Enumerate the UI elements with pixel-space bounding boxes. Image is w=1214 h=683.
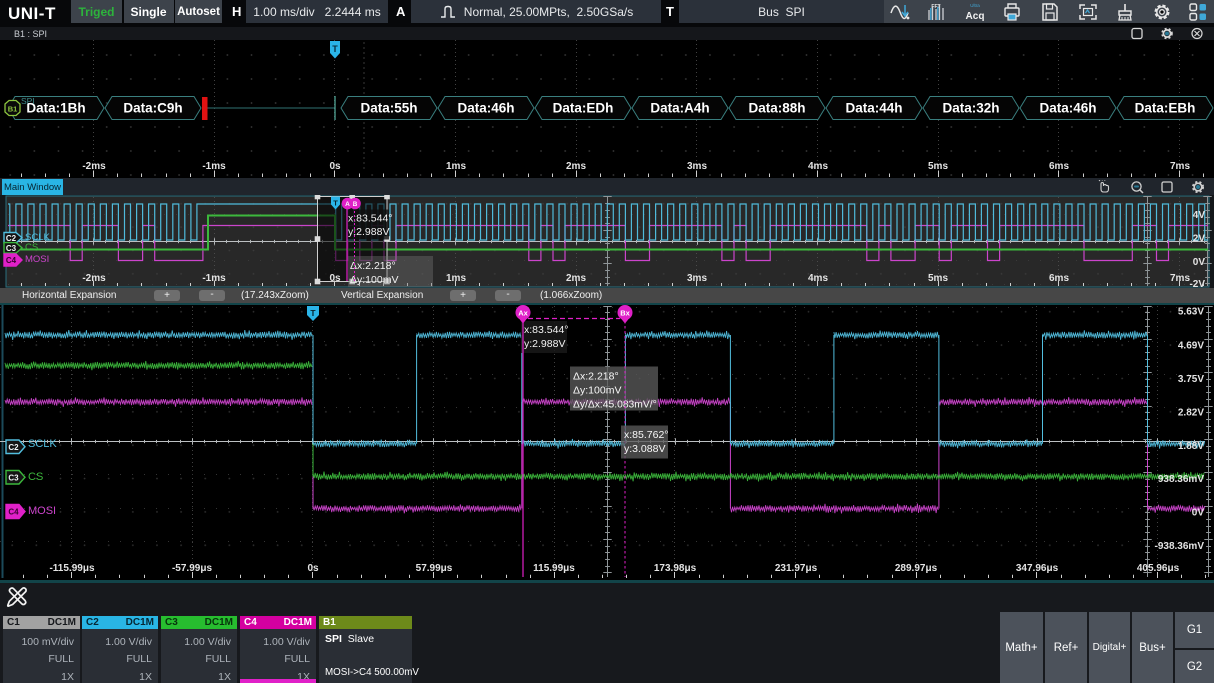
svg-text:1ms: 1ms <box>446 161 466 172</box>
svg-text:Data:A4h: Data:A4h <box>650 101 709 116</box>
svg-text:57.99μs: 57.99μs <box>416 563 453 574</box>
svg-text:3.75V: 3.75V <box>1178 374 1204 385</box>
svg-text:C2: C2 <box>8 443 19 452</box>
svg-text:T: T <box>332 44 338 54</box>
svg-text:Data:1Bh: Data:1Bh <box>26 101 85 116</box>
svg-text:231.97μs: 231.97μs <box>775 563 818 574</box>
svg-text:Data:88h: Data:88h <box>748 101 805 116</box>
svg-text:C4: C4 <box>6 256 17 265</box>
svg-text:MOSI: MOSI <box>25 254 49 265</box>
svg-text:C3: C3 <box>8 473 19 482</box>
svg-text:2ms: 2ms <box>566 161 586 172</box>
svg-text:-1ms: -1ms <box>202 161 226 172</box>
svg-text:-2ms: -2ms <box>82 273 106 284</box>
svg-text:6ms: 6ms <box>1049 161 1069 172</box>
svg-text:6ms: 6ms <box>1049 273 1069 284</box>
svg-text:Bx: Bx <box>620 308 630 317</box>
svg-text:405.96μs: 405.96μs <box>1137 563 1180 574</box>
svg-text:y:2.988V: y:2.988V <box>524 338 565 350</box>
svg-text:Ax: Ax <box>518 308 528 317</box>
svg-text:0V: 0V <box>1192 508 1205 519</box>
svg-text:0s: 0s <box>307 563 319 574</box>
svg-text:Ultra: Ultra <box>970 3 980 8</box>
svg-text:5.63V: 5.63V <box>1178 307 1204 318</box>
svg-text:7ms: 7ms <box>1170 161 1190 172</box>
svg-text:Δy/Δx:45.083mV/°: Δy/Δx:45.083mV/° <box>573 400 657 411</box>
svg-text:y:3.088V: y:3.088V <box>624 443 665 455</box>
svg-text:347.96μs: 347.96μs <box>1016 563 1059 574</box>
svg-text:A: A <box>345 201 350 208</box>
svg-text:1.88V: 1.88V <box>1178 441 1204 452</box>
svg-text:938.36mV: 938.36mV <box>1158 474 1204 485</box>
svg-text:Data:32h: Data:32h <box>942 101 999 116</box>
svg-text:0V: 0V <box>1193 257 1206 268</box>
svg-text:4ms: 4ms <box>808 273 828 284</box>
svg-text:Data:55h: Data:55h <box>360 101 417 116</box>
svg-text:-115.99μs: -115.99μs <box>49 563 94 574</box>
svg-text:3ms: 3ms <box>687 273 707 284</box>
svg-text:C2: C2 <box>6 234 17 243</box>
svg-text:Data:EBh: Data:EBh <box>1135 101 1196 116</box>
svg-text:CS: CS <box>25 242 38 253</box>
svg-text:T: T <box>310 308 316 318</box>
svg-text:Data:46h: Data:46h <box>457 101 514 116</box>
svg-text:7ms: 7ms <box>1170 273 1190 284</box>
svg-text:x:83.544°: x:83.544° <box>348 213 392 225</box>
svg-text:-938.36mV: -938.36mV <box>1155 541 1205 552</box>
svg-text:1ms: 1ms <box>446 273 466 284</box>
svg-text:173.98μs: 173.98μs <box>654 563 697 574</box>
svg-text:-2V: -2V <box>1189 279 1205 288</box>
svg-text:C4: C4 <box>8 508 19 517</box>
svg-text:4.69V: 4.69V <box>1178 341 1204 352</box>
svg-text:Δy:100mV: Δy:100mV <box>573 385 621 397</box>
svg-text:-2ms: -2ms <box>82 161 106 172</box>
svg-text:x:85.762°: x:85.762° <box>624 429 668 441</box>
svg-text:C3: C3 <box>6 244 17 253</box>
svg-text:4V: 4V <box>1193 210 1206 221</box>
svg-text:Data:44h: Data:44h <box>845 101 902 116</box>
svg-text:MOSI: MOSI <box>28 505 56 517</box>
svg-text:x:83.544°: x:83.544° <box>524 324 568 336</box>
svg-text:Δy:100mV: Δy:100mV <box>350 274 398 286</box>
svg-text:Data:C9h: Data:C9h <box>123 101 182 116</box>
svg-text:CS: CS <box>28 471 43 483</box>
svg-text:Data:EDh: Data:EDh <box>553 101 614 116</box>
svg-text:5ms: 5ms <box>928 161 948 172</box>
svg-text:2V: 2V <box>1193 234 1206 245</box>
svg-text:B1: B1 <box>8 105 18 114</box>
svg-text:SCLK: SCLK <box>28 438 57 450</box>
svg-text:Δx:2.218°: Δx:2.218° <box>350 260 396 272</box>
svg-text:Δx:2.218°: Δx:2.218° <box>573 371 619 383</box>
svg-text:2.82V: 2.82V <box>1178 408 1204 419</box>
svg-text:3ms: 3ms <box>687 161 707 172</box>
svg-text:B: B <box>353 201 358 208</box>
svg-text:T: T <box>333 199 338 208</box>
svg-text:Acq: Acq <box>966 11 985 22</box>
svg-text:0s: 0s <box>329 161 341 172</box>
svg-text:0s: 0s <box>329 273 341 284</box>
svg-text:Data:46h: Data:46h <box>1039 101 1096 116</box>
svg-text:SPI: SPI <box>21 96 35 106</box>
svg-text:4ms: 4ms <box>808 161 828 172</box>
